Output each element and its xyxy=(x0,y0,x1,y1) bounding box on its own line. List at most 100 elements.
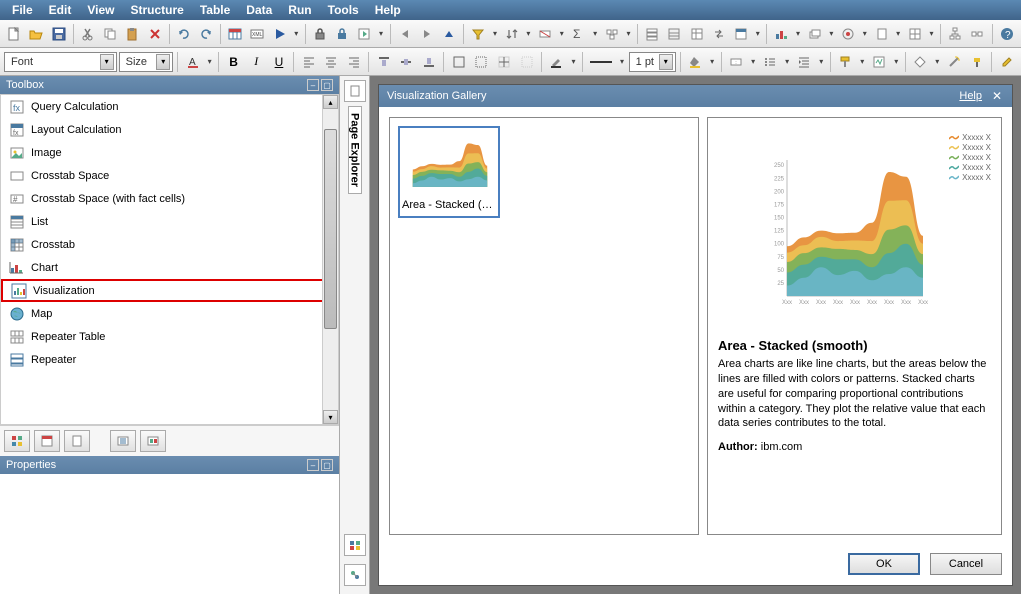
menu-tools[interactable]: Tools xyxy=(320,3,367,17)
menu-run[interactable]: Run xyxy=(280,3,319,17)
layers-icon[interactable] xyxy=(805,23,825,45)
page-explorer-toggle-icon[interactable] xyxy=(344,80,366,102)
border-none-icon[interactable] xyxy=(516,51,537,73)
toolbox-item-repeater-table[interactable]: Repeater Table xyxy=(1,325,338,348)
toolbox-item-crosstab-space-fact[interactable]: #Crosstab Space (with fact cells) xyxy=(1,187,338,210)
gallery-list[interactable]: Area - Stacked (smoo... xyxy=(389,117,699,535)
pencil-icon[interactable] xyxy=(996,51,1017,73)
align-middle-icon[interactable] xyxy=(396,51,417,73)
indent-icon[interactable] xyxy=(794,51,815,73)
page-explorer-label[interactable]: Page Explorer xyxy=(348,106,362,194)
align-right-icon[interactable] xyxy=(344,51,365,73)
toolbox-item-image[interactable]: Image xyxy=(1,141,338,164)
scroll-track[interactable] xyxy=(323,109,338,410)
headers-dropdown-icon[interactable]: ▾ xyxy=(753,29,762,38)
cut-icon[interactable] xyxy=(78,23,98,45)
conditional-icon[interactable] xyxy=(910,51,931,73)
sort-icon[interactable] xyxy=(502,23,522,45)
xml-icon[interactable]: XML xyxy=(247,23,267,45)
scroll-thumb[interactable] xyxy=(324,129,337,329)
menu-file[interactable]: File xyxy=(4,3,41,17)
lock-icon[interactable] xyxy=(310,23,330,45)
restore-icon[interactable]: ▢ xyxy=(321,79,333,91)
table-icon[interactable] xyxy=(225,23,245,45)
border-color-dropdown-icon[interactable]: ▾ xyxy=(569,57,578,66)
new-icon[interactable] xyxy=(4,23,24,45)
bold-icon[interactable]: B xyxy=(223,51,244,73)
filter-dropdown-icon[interactable]: ▾ xyxy=(490,29,499,38)
drill-icon[interactable] xyxy=(838,23,858,45)
align-bottom-icon[interactable] xyxy=(419,51,440,73)
toolbox-tab-2-icon[interactable] xyxy=(34,430,60,452)
italic-icon[interactable]: I xyxy=(246,51,267,73)
toolbox-item-crosstab-space[interactable]: Crosstab Space xyxy=(1,164,338,187)
line-style-dropdown-icon[interactable]: ▾ xyxy=(617,57,626,66)
copy-icon[interactable] xyxy=(100,23,120,45)
fill-color-dropdown-icon[interactable]: ▾ xyxy=(707,57,716,66)
style-dropdown-icon[interactable]: ▾ xyxy=(892,57,901,66)
style-icon[interactable] xyxy=(869,51,890,73)
toolbox-item-calc[interactable]: fxQuery Calculation xyxy=(1,95,338,118)
scroll-up-icon[interactable]: ▴ xyxy=(323,95,338,109)
close-icon[interactable]: ✕ xyxy=(990,89,1004,103)
run-dropdown-icon[interactable]: ▾ xyxy=(292,29,301,38)
help-link[interactable]: Help xyxy=(959,90,982,102)
group-icon[interactable] xyxy=(664,23,684,45)
fill-color-icon[interactable] xyxy=(685,51,706,73)
toolbox-tab-1-icon[interactable] xyxy=(4,430,30,452)
border-color-icon[interactable] xyxy=(546,51,567,73)
indent-dropdown-icon[interactable]: ▾ xyxy=(817,57,826,66)
minimize-icon[interactable]: – xyxy=(307,79,319,91)
chart-bar-icon[interactable] xyxy=(771,23,791,45)
minimize-icon[interactable]: – xyxy=(307,459,319,471)
swap-icon[interactable] xyxy=(709,23,729,45)
toolbox-tab-3-icon[interactable] xyxy=(64,430,90,452)
insert-icon[interactable] xyxy=(354,23,374,45)
arrow-right-icon[interactable] xyxy=(417,23,437,45)
toolbox-tab-5-icon[interactable] xyxy=(140,430,166,452)
paint-icon[interactable] xyxy=(835,51,856,73)
chart-bar-dropdown-icon[interactable]: ▾ xyxy=(794,29,803,38)
page-explorer-btn-2-icon[interactable] xyxy=(344,564,366,586)
toolbox-item-map[interactable]: Map xyxy=(1,302,338,325)
section-icon[interactable] xyxy=(642,23,662,45)
insert-dropdown-icon[interactable]: ▾ xyxy=(377,29,386,38)
arrow-left-icon[interactable] xyxy=(395,23,415,45)
line-style-icon[interactable] xyxy=(587,51,615,73)
lock-toggle-icon[interactable] xyxy=(332,23,352,45)
page-icon[interactable] xyxy=(871,23,891,45)
font-combo[interactable]: Font ▾ xyxy=(4,52,117,72)
paste-icon[interactable] xyxy=(122,23,142,45)
format-painter-icon[interactable] xyxy=(967,51,988,73)
align-center-icon[interactable] xyxy=(321,51,342,73)
border-inner-icon[interactable] xyxy=(494,51,515,73)
headers-icon[interactable] xyxy=(731,23,751,45)
save-icon[interactable] xyxy=(49,23,69,45)
summarize-icon[interactable]: Σ xyxy=(568,23,588,45)
summarize-dropdown-icon[interactable]: ▾ xyxy=(591,29,600,38)
suppress-icon[interactable] xyxy=(535,23,555,45)
redo-icon[interactable] xyxy=(196,23,216,45)
align-top-icon[interactable] xyxy=(373,51,394,73)
delete-icon[interactable] xyxy=(144,23,164,45)
page-explorer-btn-1-icon[interactable] xyxy=(344,534,366,556)
help-icon[interactable]: ? xyxy=(996,23,1016,45)
line-width-combo[interactable]: 1 pt ▾ xyxy=(629,52,676,72)
chevron-down-icon[interactable]: ▾ xyxy=(100,54,114,70)
filter-icon[interactable] xyxy=(468,23,488,45)
aggregate-dropdown-icon[interactable]: ▾ xyxy=(624,29,633,38)
drill-dropdown-icon[interactable]: ▾ xyxy=(860,29,869,38)
pivot-icon[interactable] xyxy=(686,23,706,45)
conditional-dropdown-icon[interactable]: ▾ xyxy=(933,57,942,66)
toolbox-item-chart[interactable]: Chart xyxy=(1,256,338,279)
paint-dropdown-icon[interactable]: ▾ xyxy=(858,57,867,66)
tree-icon[interactable] xyxy=(945,23,965,45)
ok-button[interactable]: OK xyxy=(848,553,920,575)
run-icon[interactable] xyxy=(269,23,289,45)
grid-dropdown-icon[interactable]: ▾ xyxy=(927,29,936,38)
menu-view[interactable]: View xyxy=(79,3,122,17)
merge-cells-dropdown-icon[interactable]: ▾ xyxy=(748,57,757,66)
arrow-up-icon[interactable] xyxy=(439,23,459,45)
layers-dropdown-icon[interactable]: ▾ xyxy=(827,29,836,38)
page-dropdown-icon[interactable]: ▾ xyxy=(894,29,903,38)
